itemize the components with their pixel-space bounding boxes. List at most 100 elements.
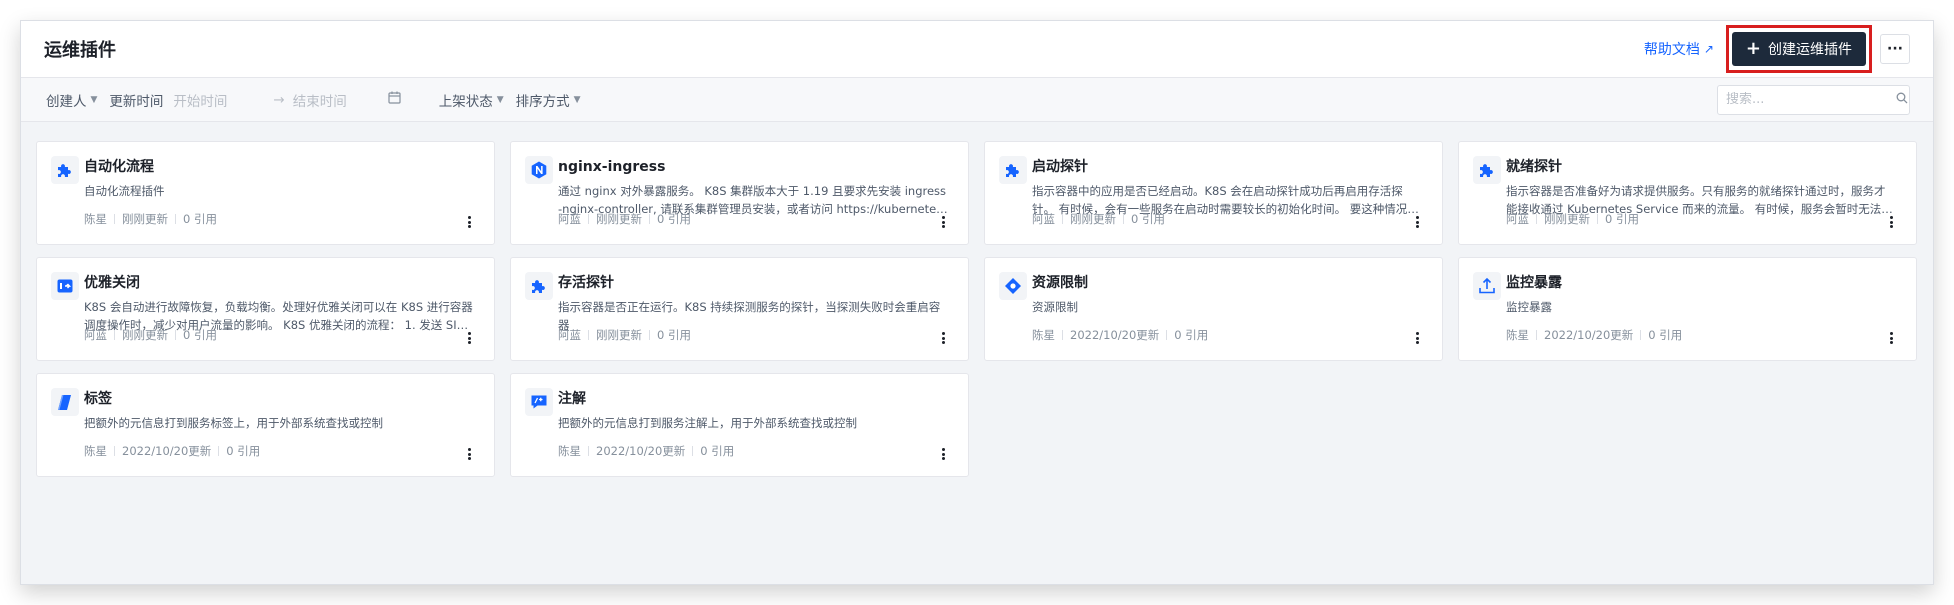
meta-divider <box>175 330 176 340</box>
page-title: 运维插件 <box>44 40 116 61</box>
diamond-icon <box>999 272 1027 300</box>
plugin-meta: 陈星 2022/10/20更新 0 引用 <box>1032 327 1208 343</box>
plugin-author: 陈星 <box>1032 328 1055 342</box>
plugin-meta: 阿蓝 刚刚更新 0 引用 <box>84 327 217 343</box>
nginx-logo-icon <box>525 156 553 184</box>
meta-divider <box>588 214 589 224</box>
meta-divider <box>114 330 115 340</box>
card-menu-button[interactable] <box>462 215 476 229</box>
caret-down-icon: ▼ <box>496 94 504 105</box>
card-menu-button[interactable] <box>936 215 950 229</box>
calendar-icon[interactable] <box>388 91 401 108</box>
sort-filter[interactable]: 排序方式 ▼ <box>516 90 581 110</box>
plugin-card[interactable]: 优雅关闭 K8S 会自动进行故障恢复，负载均衡。处理好优雅关闭可以在 K8S 进… <box>36 257 495 361</box>
page-header: 运维插件 帮助文档 ↗ + 创建运维插件 ··· <box>21 21 1933 78</box>
puzzle-icon <box>51 156 79 184</box>
plugin-references: 0 引用 <box>1174 328 1209 342</box>
caret-down-icon: ▼ <box>573 94 581 105</box>
plugin-references: 0 引用 <box>1605 212 1639 226</box>
plugin-card[interactable]: 注解 把额外的元信息打到服务注解上，用于外部系统查找或控制 陈星 2022/10… <box>510 373 969 477</box>
filter-bar: 创建人 ▼ 更新时间 开始时间 → 结束时间 上架状态 ▼ 排序方式 ▼ <box>21 78 1933 122</box>
card-menu-button[interactable] <box>1884 331 1898 345</box>
card-menu-button[interactable] <box>462 331 476 345</box>
create-plugin-label: 创建运维插件 <box>1768 42 1852 58</box>
meta-divider <box>1536 214 1537 224</box>
plugin-meta: 阿蓝 刚刚更新 0 引用 <box>558 327 691 343</box>
creator-filter[interactable]: 创建人 ▼ <box>46 90 97 110</box>
plugin-title: 存活探针 <box>558 275 614 291</box>
plugin-card[interactable]: 标签 把额外的元信息打到服务标签上，用于外部系统查找或控制 陈星 2022/10… <box>36 373 495 477</box>
status-filter[interactable]: 上架状态 ▼ <box>439 90 504 110</box>
sort-filter-label: 排序方式 <box>515 93 570 110</box>
start-time-input[interactable]: 开始时间 <box>173 90 273 110</box>
plugin-card[interactable]: 资源限制 资源限制 陈星 2022/10/20更新 0 引用 <box>984 257 1443 361</box>
end-time-input[interactable]: 结束时间 <box>293 90 388 110</box>
plugin-meta: 阿蓝 刚刚更新 0 引用 <box>1506 211 1639 227</box>
card-menu-button[interactable] <box>462 447 476 461</box>
plugin-references: 0 引用 <box>183 212 217 226</box>
plugin-updated: 2022/10/20更新 <box>122 444 212 458</box>
card-menu-button[interactable] <box>1884 215 1898 229</box>
meta-divider <box>114 446 115 456</box>
puzzle-icon <box>1473 156 1501 184</box>
puzzle-icon <box>525 272 553 300</box>
plugin-references: 0 引用 <box>700 444 735 458</box>
card-menu-button[interactable] <box>936 447 950 461</box>
plugin-card-grid: 自动化流程 自动化流程插件 陈星 刚刚更新 0 引用 nginx-ingress… <box>36 141 1919 477</box>
plugin-meta: 阿蓝 刚刚更新 0 引用 <box>558 211 691 227</box>
plugin-card[interactable]: 存活探针 指示容器是否正在运行。K8S 持续探测服务的探针，当探测失败时会重启容… <box>510 257 969 361</box>
plugin-card[interactable]: nginx-ingress 通过 nginx 对外暴露服务。 K8S 集群版本大… <box>510 141 969 245</box>
more-actions-button[interactable]: ··· <box>1880 34 1910 64</box>
arrow-right-icon: → <box>273 91 285 108</box>
create-plugin-button[interactable]: + 创建运维插件 <box>1731 32 1866 66</box>
card-menu-button[interactable] <box>1410 331 1424 345</box>
tag-icon <box>51 388 79 416</box>
search-box <box>1717 84 1910 115</box>
status-filter-label: 上架状态 <box>438 93 493 110</box>
plugin-author: 阿蓝 <box>1506 212 1529 226</box>
meta-divider <box>588 446 589 456</box>
plugin-card[interactable]: 自动化流程 自动化流程插件 陈星 刚刚更新 0 引用 <box>36 141 495 245</box>
plugin-card[interactable]: 启动探针 指示容器中的应用是否已经启动。K8S 会在启动探针成功后再启用存活探针… <box>984 141 1443 245</box>
plugin-meta: 阿蓝 刚刚更新 0 引用 <box>1032 211 1165 227</box>
plugin-card[interactable]: 监控暴露 监控暴露 陈星 2022/10/20更新 0 引用 <box>1458 257 1917 361</box>
caret-down-icon: ▼ <box>90 94 98 105</box>
plugin-references: 0 引用 <box>183 328 217 342</box>
plugin-updated: 刚刚更新 <box>122 328 168 342</box>
meta-divider <box>114 214 115 224</box>
search-icon[interactable] <box>1896 92 1908 107</box>
plugin-title: 资源限制 <box>1032 275 1088 291</box>
shutdown-icon <box>51 272 79 300</box>
plugin-author: 陈星 <box>1506 328 1529 342</box>
meta-divider <box>649 214 650 224</box>
card-menu-button[interactable] <box>936 331 950 345</box>
meta-divider <box>1166 330 1168 340</box>
create-button-highlight: + 创建运维插件 <box>1725 25 1872 73</box>
plugin-updated: 2022/10/20更新 <box>596 444 686 458</box>
plugin-window: 运维插件 帮助文档 ↗ + 创建运维插件 ··· 创建人 ▼ 更新时间 开始时间… <box>20 20 1934 585</box>
plugin-title: 注解 <box>558 391 586 407</box>
upload-icon <box>1473 272 1501 300</box>
creator-filter-label: 创建人 <box>46 93 87 110</box>
help-docs-link[interactable]: 帮助文档 ↗ <box>1644 39 1714 59</box>
plugin-author: 阿蓝 <box>558 328 581 342</box>
meta-divider <box>1536 330 1537 340</box>
help-docs-label: 帮助文档 <box>1643 42 1700 58</box>
plugin-meta: 陈星 2022/10/20更新 0 引用 <box>1506 327 1682 343</box>
meta-divider <box>692 446 694 456</box>
plugin-card[interactable]: 就绪探针 指示容器是否准备好为请求提供服务。只有服务的就绪探针通过时，服务才能接… <box>1458 141 1917 245</box>
card-menu-button[interactable] <box>1410 215 1424 229</box>
meta-divider <box>649 330 650 340</box>
plugin-title: 标签 <box>84 391 112 407</box>
meta-divider <box>1062 330 1063 340</box>
meta-divider <box>1597 214 1598 224</box>
plugin-updated: 刚刚更新 <box>122 212 168 226</box>
meta-divider <box>1123 214 1124 224</box>
plugin-meta: 陈星 刚刚更新 0 引用 <box>84 211 217 227</box>
plugin-references: 0 引用 <box>657 212 691 226</box>
search-input[interactable] <box>1726 92 1896 107</box>
plugin-updated: 2022/10/20更新 <box>1544 328 1634 342</box>
plugin-title: nginx-ingress <box>558 159 666 175</box>
external-link-icon: ↗ <box>1703 42 1714 56</box>
plugin-references: 0 引用 <box>657 328 691 342</box>
